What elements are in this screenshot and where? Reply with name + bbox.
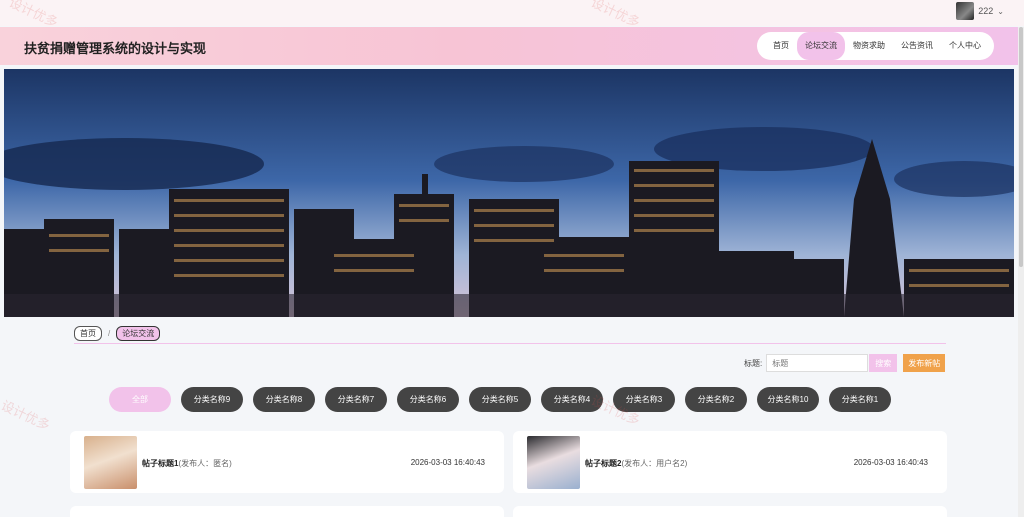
breadcrumb-current: 论坛交流 bbox=[116, 326, 161, 341]
category-item[interactable]: 分类名称9 bbox=[181, 387, 243, 412]
category-item[interactable]: 分类名称1 bbox=[829, 387, 891, 412]
chevron-down-icon[interactable]: ⌄ bbox=[997, 7, 1004, 16]
category-item[interactable]: 分类名称3 bbox=[613, 387, 675, 412]
category-item[interactable]: 分类名称4 bbox=[541, 387, 603, 412]
post-title-text[interactable]: 帖子标题1 bbox=[142, 459, 178, 468]
main-nav: 首页 论坛交流 物资求助 公告资讯 个人中心 bbox=[757, 32, 994, 60]
city-banner-image bbox=[4, 69, 1014, 317]
nav-item-forum[interactable]: 论坛交流 bbox=[797, 32, 845, 60]
post-time: 2026-03-03 16:40:43 bbox=[853, 458, 928, 467]
search-label: 标题: bbox=[744, 358, 763, 368]
breadcrumb: 首页 / 论坛交流 bbox=[74, 326, 161, 341]
post-card[interactable]: 帖子标题1(发布人：匿名) 2026-03-03 16:40:43 bbox=[70, 431, 504, 493]
post-time: 2026-03-03 16:40:43 bbox=[410, 458, 485, 467]
post-title[interactable]: 帖子标题2(发布人：用户名2) bbox=[585, 458, 687, 469]
nav-item-help[interactable]: 物资求助 bbox=[845, 32, 893, 60]
post-thumbnail[interactable] bbox=[527, 436, 580, 489]
search-bar: 标题: 搜索 发布新帖 bbox=[744, 354, 946, 372]
search-button[interactable]: 搜索 bbox=[869, 354, 898, 372]
top-bar: 222 ⌄ bbox=[0, 0, 1024, 26]
category-filter: 全部 分类名称9 分类名称8 分类名称7 分类名称6 分类名称5 分类名称4 分… bbox=[109, 387, 891, 412]
category-item[interactable]: 分类名称8 bbox=[253, 387, 315, 412]
post-thumbnail[interactable] bbox=[84, 436, 137, 489]
breadcrumb-divider bbox=[74, 343, 946, 344]
breadcrumb-home[interactable]: 首页 bbox=[74, 326, 102, 341]
search-input[interactable] bbox=[766, 354, 869, 372]
category-item[interactable]: 分类名称5 bbox=[469, 387, 531, 412]
scrollbar-thumb[interactable] bbox=[1019, 27, 1023, 267]
post-author: (发布人：匿名) bbox=[178, 459, 232, 468]
nav-item-news[interactable]: 公告资讯 bbox=[893, 32, 941, 60]
user-name[interactable]: 222 bbox=[978, 6, 993, 16]
avatar[interactable] bbox=[956, 2, 975, 20]
nav-item-home[interactable]: 首页 bbox=[765, 32, 797, 60]
nav-item-profile[interactable]: 个人中心 bbox=[941, 32, 989, 60]
category-item[interactable]: 分类名称10 bbox=[757, 387, 819, 412]
category-item[interactable]: 分类名称2 bbox=[685, 387, 747, 412]
category-item[interactable]: 分类名称6 bbox=[397, 387, 459, 412]
publish-post-button[interactable]: 发布新帖 bbox=[903, 354, 946, 372]
post-card[interactable] bbox=[70, 506, 504, 517]
breadcrumb-separator: / bbox=[108, 329, 111, 338]
user-menu[interactable]: 222 ⌄ bbox=[956, 2, 1004, 20]
post-title-text[interactable]: 帖子标题2 bbox=[585, 459, 621, 468]
site-title: 扶贫捐赠管理系统的设计与实现 bbox=[24, 41, 207, 56]
post-card[interactable]: 帖子标题2(发布人：用户名2) 2026-03-03 16:40:43 bbox=[513, 431, 947, 493]
site-header: 扶贫捐赠管理系统的设计与实现 首页 论坛交流 物资求助 公告资讯 个人中心 bbox=[0, 27, 1018, 65]
post-author: (发布人：用户名2) bbox=[621, 459, 688, 468]
post-card[interactable] bbox=[513, 506, 947, 517]
category-item[interactable]: 分类名称7 bbox=[325, 387, 387, 412]
category-all[interactable]: 全部 bbox=[109, 387, 171, 412]
post-title[interactable]: 帖子标题1(发布人：匿名) bbox=[142, 458, 232, 469]
page-scrollbar[interactable] bbox=[1018, 27, 1024, 517]
watermark-text: 设计优多 bbox=[0, 397, 53, 434]
